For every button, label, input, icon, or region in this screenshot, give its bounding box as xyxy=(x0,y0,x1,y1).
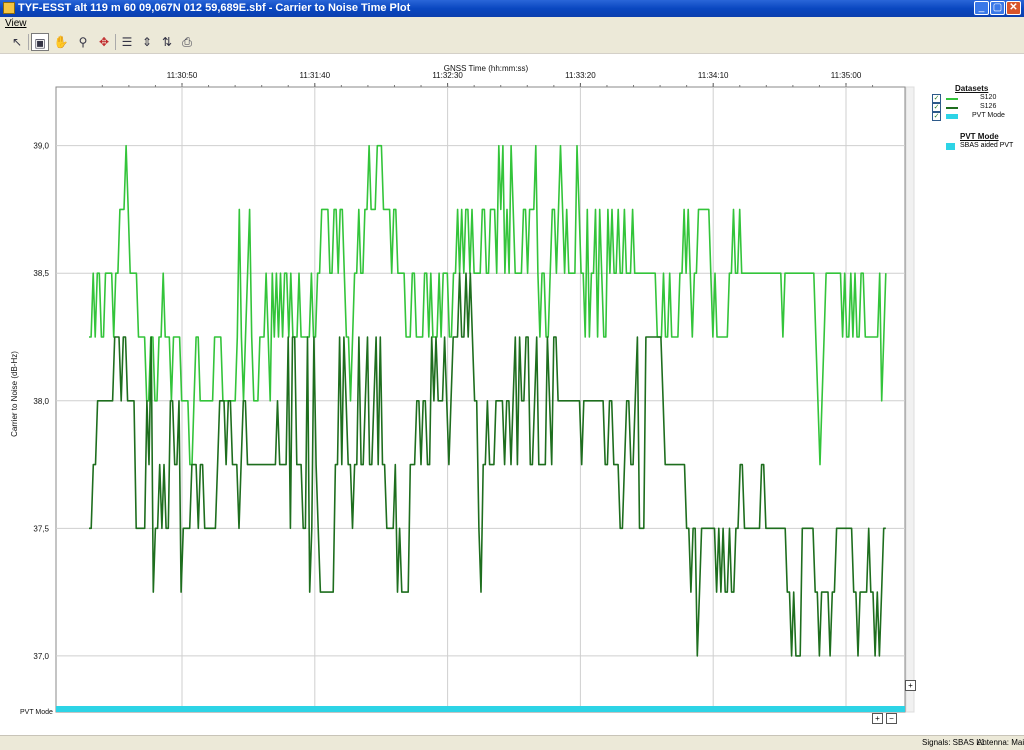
zoom-icon[interactable]: ⚲ xyxy=(74,33,92,51)
legend-label: PVT Mode xyxy=(972,112,1005,119)
pvt-mode-band xyxy=(56,706,905,712)
horizontal-zoom-minus-button[interactable]: − xyxy=(886,713,897,724)
x-tick-label: 11:33:20 xyxy=(565,71,596,80)
y-tick-label: 39,0 xyxy=(33,142,49,151)
window-title: TYF-ESST alt 119 m 60 09,067N 012 59,689… xyxy=(18,2,411,14)
menu-view[interactable]: View xyxy=(5,18,27,29)
vertical-scrollbar[interactable] xyxy=(905,86,915,713)
horizontal-zoom-plus-button[interactable]: + xyxy=(872,713,883,724)
status-signals: Signals: SBAS L1 xyxy=(922,738,986,747)
close-button[interactable]: ✕ xyxy=(1006,1,1021,15)
legend-swatch xyxy=(946,98,958,100)
maximize-button[interactable]: ▢ xyxy=(990,1,1005,15)
checkbox-pvt-mode[interactable]: ✓ xyxy=(932,112,941,121)
pvt-legend-label: SBAS aided PVT xyxy=(960,142,1014,149)
fit-icon[interactable]: ✥ xyxy=(95,33,113,51)
axis-icon[interactable]: ⇅ xyxy=(158,33,176,51)
x-tick-label: 11:34:10 xyxy=(698,71,729,80)
checkbox-s120[interactable]: ✓ xyxy=(932,94,941,103)
x-tick-label: 11:32:30 xyxy=(432,71,463,80)
carrier-to-noise-chart[interactable]: GNSS Time (hh:mm:ss) Carrier to Noise (d… xyxy=(0,54,1024,735)
status-bar: Signals: SBAS L1 Antenna: Main xyxy=(0,735,1024,750)
y-tick-label: 37,0 xyxy=(33,652,49,661)
legend-label: S120 xyxy=(980,94,997,101)
toolbar-separator xyxy=(28,34,29,50)
x-tick-label: 11:31:40 xyxy=(300,71,331,80)
vertical-zoom-plus-button[interactable]: + xyxy=(905,680,916,691)
x-tick-label: 11:35:00 xyxy=(831,71,862,80)
pvt-mode-axis-label: PVT Mode xyxy=(20,709,53,716)
print-icon[interactable]: ⎙ xyxy=(178,33,196,51)
pvt-legend-title: PVT Mode xyxy=(960,132,999,141)
select-icon[interactable]: ▣ xyxy=(31,33,49,51)
plot-area xyxy=(55,86,906,713)
legend-title: Datasets xyxy=(955,84,989,93)
pvt-swatch xyxy=(946,143,955,150)
legend-label: S126 xyxy=(980,103,997,110)
checkbox-s126[interactable]: ✓ xyxy=(932,103,941,112)
title-bar[interactable]: TYF-ESST alt 119 m 60 09,067N 012 59,689… xyxy=(0,0,1024,17)
app-icon xyxy=(3,2,15,14)
pointer-icon[interactable]: ↖ xyxy=(8,33,26,51)
x-tick-label: 11:30:50 xyxy=(167,71,198,80)
y-axis-label: Carrier to Noise (dB-Hz) xyxy=(10,351,19,437)
horizontal-zoom-icon[interactable]: ☰ xyxy=(118,33,136,51)
menu-bar: View xyxy=(0,17,1024,31)
y-tick-label: 38,0 xyxy=(33,397,49,406)
y-tick-label: 37,5 xyxy=(33,524,49,533)
toolbar-separator xyxy=(115,34,116,50)
y-tick-label: 38,5 xyxy=(33,269,49,278)
legend-swatch xyxy=(946,114,958,119)
hand-icon[interactable]: ✋ xyxy=(52,33,70,51)
vertical-zoom-icon[interactable]: ⇕ xyxy=(138,33,156,51)
toolbar: ↖ ▣ ✋ ⚲ ✥ ☰ ⇕ ⇅ ⎙ xyxy=(0,31,1024,54)
plot-panel: GNSS Time (hh:mm:ss) Carrier to Noise (d… xyxy=(0,54,1024,735)
minimize-button[interactable]: _ xyxy=(974,1,989,15)
legend-swatch xyxy=(946,107,958,109)
status-antenna: Antenna: Main xyxy=(977,738,1024,747)
grid xyxy=(55,86,915,713)
